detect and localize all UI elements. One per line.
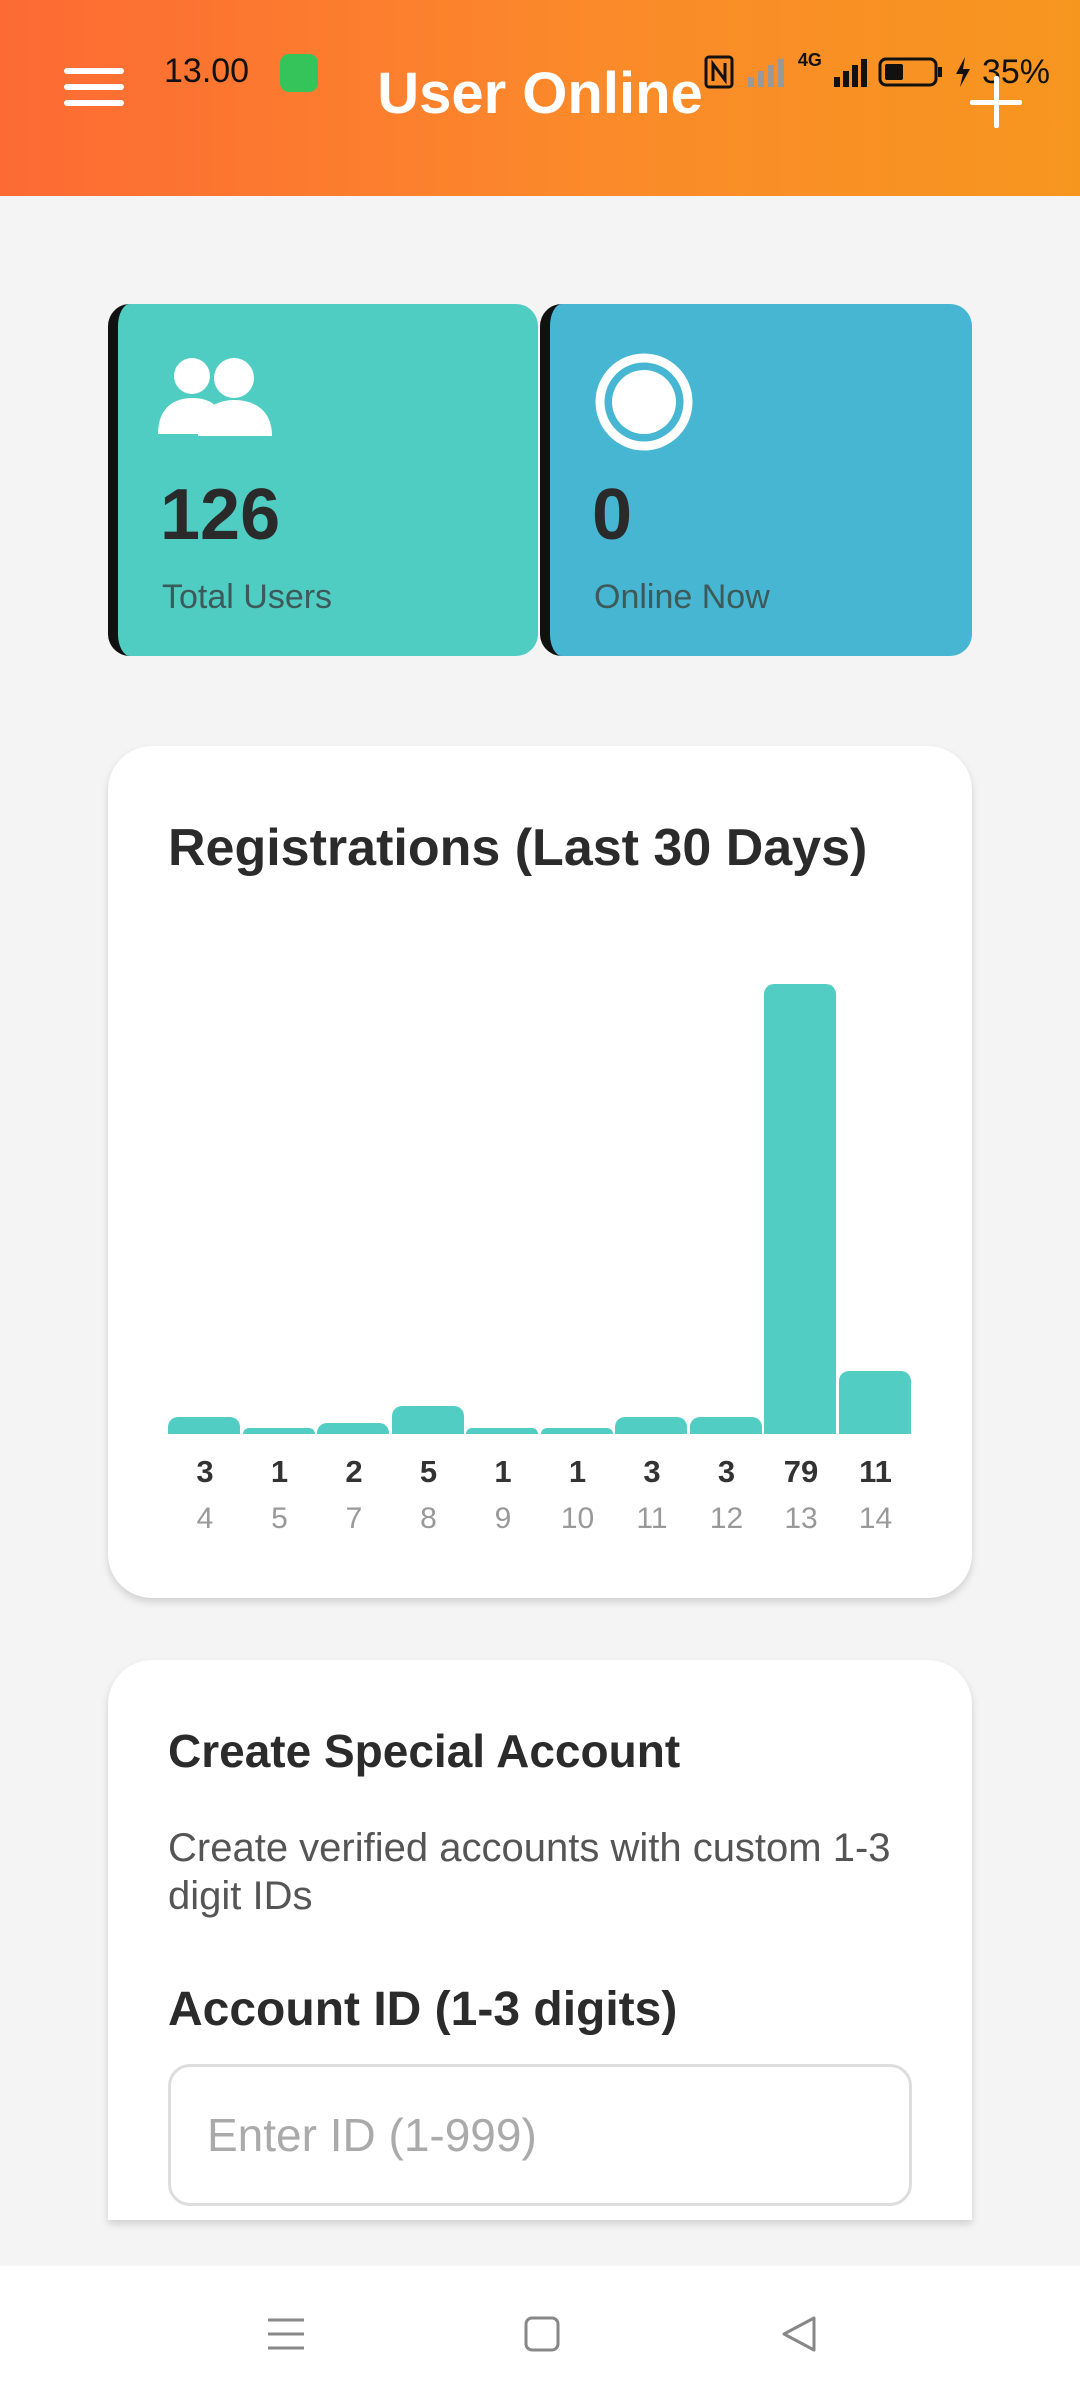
total-users-value: 126	[160, 475, 281, 555]
chart-bar	[615, 1417, 687, 1434]
system-nav-bar	[0, 2266, 1080, 2400]
chart-bar	[764, 984, 836, 1434]
bar-category-label: 4	[196, 1502, 214, 1535]
bar-value-label: 3	[717, 1454, 736, 1489]
app-header: 13.00 4G 35% User Online	[0, 0, 1080, 196]
registrations-chart-card: Registrations (Last 30 Days) 3 4 1 5 2 7 5 8 1 9 1…	[108, 746, 972, 1598]
add-icon[interactable]	[970, 76, 1022, 128]
bar-value-label: 3	[196, 1454, 214, 1489]
total-users-card: 126 Total Users	[108, 304, 538, 656]
bar-value-label: 1	[568, 1454, 587, 1489]
home-icon[interactable]	[512, 2308, 572, 2360]
chart-bar	[838, 1371, 911, 1434]
bar-value-label: 79	[783, 1454, 819, 1489]
chart-bar	[540, 1428, 613, 1434]
users-icon	[158, 358, 272, 436]
bar-category-label: 9	[494, 1502, 512, 1535]
total-users-label: Total Users	[162, 578, 333, 616]
bar-value-label: 2	[345, 1454, 363, 1489]
account-id-label: Account ID (1-3 digits)	[168, 1983, 678, 2036]
special-account-card: Create Special Account Create verified a…	[108, 1660, 972, 2220]
online-circle-icon	[595, 353, 693, 451]
page-title: User Online	[377, 61, 703, 126]
bar-value-label: 1	[494, 1454, 512, 1489]
chart-bar	[242, 1428, 315, 1434]
chart-bar	[391, 1406, 464, 1434]
bar-category-label: 11	[636, 1502, 668, 1535]
form-description: Create verified accounts with custom 1-3…	[168, 1826, 891, 1918]
back-icon[interactable]	[770, 2308, 830, 2360]
account-id-input[interactable]	[168, 2064, 912, 2206]
bar-category-label: 12	[709, 1502, 744, 1535]
chart-bar	[689, 1417, 762, 1434]
bar-category-label: 8	[420, 1502, 437, 1535]
bar-category-label: 10	[560, 1502, 595, 1535]
bar-category-label: 7	[345, 1502, 363, 1535]
chart-bar	[317, 1423, 389, 1434]
chart-bar	[466, 1428, 538, 1434]
online-now-value: 0	[592, 475, 633, 555]
bar-category-label: 14	[858, 1502, 893, 1535]
bar-value-label: 5	[419, 1454, 438, 1489]
bar-value-label: 3	[643, 1454, 661, 1489]
bar-category-label: 5	[271, 1502, 288, 1535]
bar-value-label: 11	[859, 1454, 892, 1489]
bar-category-label: 13	[784, 1502, 818, 1535]
chart-bar	[168, 1417, 240, 1434]
form-title: Create Special Account	[168, 1725, 681, 1777]
online-now-card: 0 Online Now	[540, 304, 972, 656]
recent-apps-icon[interactable]	[256, 2308, 316, 2360]
bar-value-label: 1	[270, 1454, 289, 1489]
online-now-label: Online Now	[594, 578, 770, 616]
chart-title: Registrations (Last 30 Days)	[168, 819, 868, 877]
